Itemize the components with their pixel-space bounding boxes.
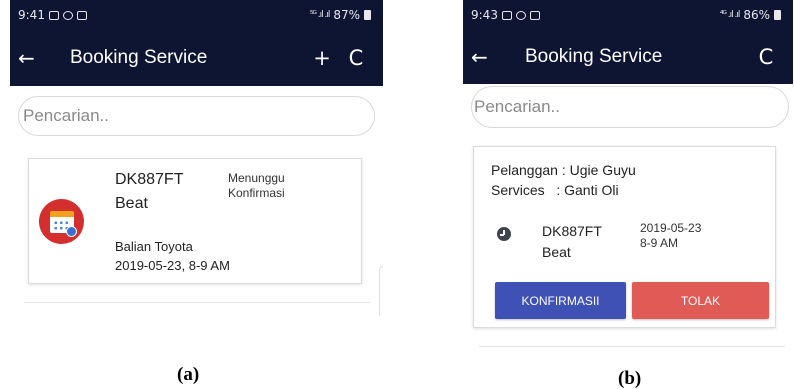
status-time: 9:41 — [18, 8, 45, 22]
booking-status: Menunggu Konfirmasi — [228, 171, 285, 200]
booking-time: 8-9 AM — [640, 236, 679, 250]
battery-percent: 87% — [333, 8, 360, 22]
customer-line: Pelanggan : Ugie Guyu — [491, 162, 636, 178]
booking-card[interactable]: DK887FT Beat Menunggu Konfirmasi Balian … — [28, 158, 362, 284]
check-badge-icon — [66, 226, 77, 237]
calendar-check-icon — [39, 199, 84, 244]
status-bar: 9:43 ⁴ᴳ .ıl .ıl 86% — [463, 0, 793, 30]
status-time: 9:43 — [471, 8, 498, 22]
screen-b: 9:43 ⁴ᴳ .ıl .ıl 86% ← Booking Service C … — [463, 0, 793, 352]
booking-vehicle: Beat — [115, 195, 148, 212]
gallery-notification-icon — [48, 10, 59, 20]
search-input[interactable]: Pencarian.. — [471, 86, 789, 128]
page-title: Booking Service — [70, 47, 208, 68]
next-card-edge — [379, 266, 383, 316]
status-left: 9:41 — [18, 8, 87, 22]
screen-a: 9:41 ⁵ᴳ .ıl .ıl 87% ← Booking Service + … — [10, 0, 383, 330]
figure-caption-b: (b) — [618, 368, 642, 389]
booking-location: Balian Toyota — [115, 239, 193, 254]
booking-plate: DK887FT — [542, 223, 602, 239]
search-placeholder: Pencarian.. — [474, 97, 560, 116]
app-bar: ← Booking Service + C — [10, 30, 383, 86]
back-arrow-icon[interactable]: ← — [471, 45, 501, 69]
booking-card[interactable]: Pelanggan : Ugie Guyu Services : Ganti O… — [473, 146, 776, 328]
status-left: 9:43 — [471, 8, 540, 22]
signal-icon: ⁴ᴳ .ıl .ıl — [719, 10, 740, 20]
reject-button[interactable]: TOLAK — [632, 282, 769, 319]
notification-icon — [62, 10, 73, 20]
booking-plate: DK887FT — [115, 171, 184, 188]
back-arrow-icon[interactable]: ← — [18, 46, 48, 70]
notification-icon — [515, 10, 526, 20]
status-right: ⁴ᴳ .ıl .ıl 86% — [720, 8, 781, 22]
search-input[interactable]: Pencarian.. — [18, 96, 375, 136]
battery-icon — [774, 10, 781, 20]
status-right: ⁵ᴳ .ıl .ıl 87% — [310, 8, 371, 22]
search-placeholder: Pencarian.. — [23, 106, 109, 125]
confirm-button[interactable]: KONFIRMASII — [495, 282, 626, 319]
battery-icon — [364, 10, 371, 20]
list-divider — [479, 346, 785, 347]
services-line: Services : Ganti Oli — [491, 182, 619, 198]
booking-vehicle: Beat — [542, 244, 571, 260]
battery-percent: 86% — [743, 8, 770, 22]
clock-icon — [497, 227, 511, 241]
app-bar: ← Booking Service C — [463, 30, 793, 84]
add-icon[interactable]: + — [305, 46, 339, 70]
gallery-notification-icon — [501, 10, 512, 20]
refresh-icon[interactable]: C — [339, 46, 373, 70]
booking-date: 2019-05-23 — [640, 221, 702, 235]
refresh-icon[interactable]: C — [749, 45, 783, 69]
status-bar: 9:41 ⁵ᴳ .ıl .ıl 87% — [10, 0, 383, 30]
page-title: Booking Service — [525, 46, 663, 67]
message-notification-icon — [76, 10, 87, 20]
figure-caption-a: (a) — [177, 364, 200, 385]
message-notification-icon — [529, 10, 540, 20]
signal-icon: ⁵ᴳ .ıl .ıl — [309, 10, 330, 20]
booking-schedule: 2019-05-23, 8-9 AM — [115, 258, 230, 273]
list-divider — [24, 302, 370, 303]
